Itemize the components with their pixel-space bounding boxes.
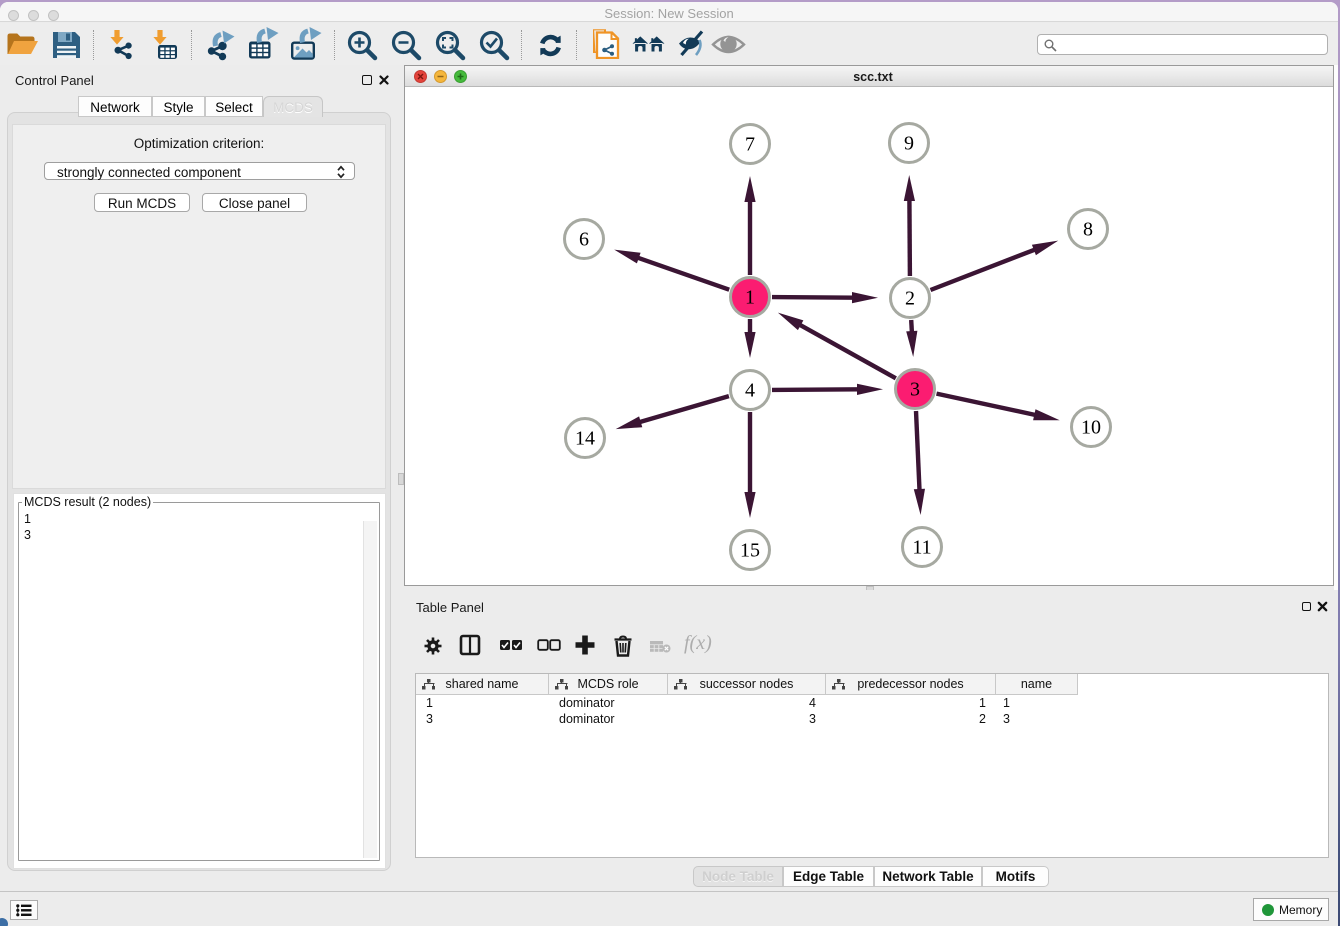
svg-text:8: 8 bbox=[1083, 219, 1093, 241]
svg-text:9: 9 bbox=[904, 133, 914, 155]
svg-text:6: 6 bbox=[579, 229, 589, 251]
svg-text:11: 11 bbox=[912, 537, 931, 559]
svg-text:2: 2 bbox=[905, 288, 915, 310]
svg-text:15: 15 bbox=[740, 540, 760, 562]
svg-text:4: 4 bbox=[745, 380, 755, 402]
svg-text:1: 1 bbox=[745, 287, 755, 309]
svg-text:10: 10 bbox=[1081, 417, 1101, 439]
svg-text:3: 3 bbox=[910, 379, 920, 401]
svg-text:7: 7 bbox=[745, 134, 755, 156]
svg-text:14: 14 bbox=[575, 428, 595, 450]
